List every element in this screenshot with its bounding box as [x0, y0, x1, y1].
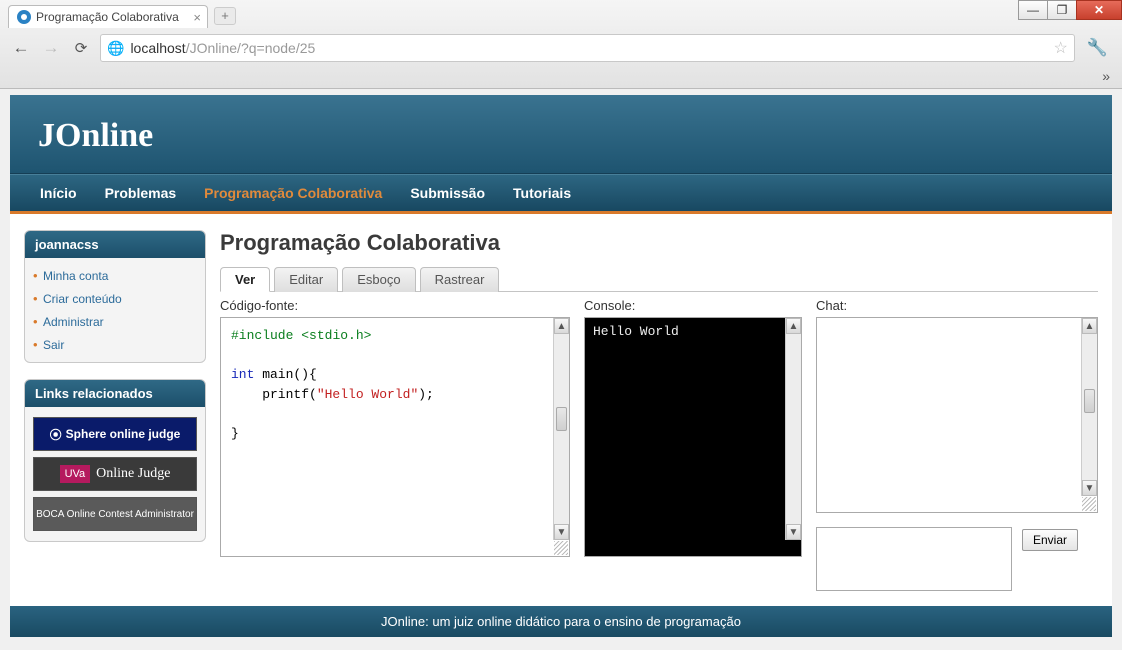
- main-nav: Início Problemas Programação Colaborativ…: [10, 174, 1112, 214]
- nav-inicio[interactable]: Início: [26, 175, 91, 211]
- nav-problemas[interactable]: Problemas: [91, 175, 191, 211]
- scrollbar[interactable]: ▲ ▼: [1081, 318, 1097, 496]
- new-tab-button[interactable]: +: [214, 7, 236, 25]
- back-button[interactable]: ←: [10, 37, 32, 59]
- boca-label: BOCA Online Contest Administrator: [36, 509, 194, 520]
- url-bar[interactable]: 🌐 localhost/JOnline/?q=node/25 ☆: [100, 34, 1075, 62]
- window-controls: — ❐ ✕: [1019, 0, 1122, 20]
- user-links-list: Minha conta Criar conteúdo Administrar S…: [25, 258, 205, 362]
- tab-bar: Programação Colaborativa × + — ❐ ✕: [0, 0, 1122, 28]
- sidebar-link-administrar[interactable]: Administrar: [43, 315, 104, 329]
- page-wrap: JOnline Início Problemas Programação Col…: [0, 89, 1122, 643]
- footer: JOnline: um juiz online didático para o …: [10, 606, 1112, 637]
- tab-rastrear[interactable]: Rastrear: [420, 267, 500, 292]
- related-links-title: Links relacionados: [25, 380, 205, 407]
- browser-tab[interactable]: Programação Colaborativa ×: [8, 5, 208, 28]
- nav-bar: ← → ⟳ 🌐 localhost/JOnline/?q=node/25 ☆ 🔧: [0, 28, 1122, 68]
- list-item: Minha conta: [25, 264, 205, 287]
- view-tabs: Ver Editar Esboço Rastrear: [220, 266, 1098, 292]
- user-block: joannacss Minha conta Criar conteúdo Adm…: [24, 230, 206, 363]
- tab-editar[interactable]: Editar: [274, 267, 338, 292]
- console-label: Console:: [584, 298, 802, 313]
- close-window-button[interactable]: ✕: [1076, 0, 1122, 20]
- console-output[interactable]: Hello World ▲ ▼: [584, 317, 802, 557]
- tab-esboco[interactable]: Esboço: [342, 267, 415, 292]
- code-panel: Código-fonte: #include <stdio.h> int mai…: [220, 298, 570, 557]
- scrollbar[interactable]: ▲ ▼: [785, 318, 801, 540]
- minimize-button[interactable]: —: [1018, 0, 1048, 20]
- reload-button[interactable]: ⟳: [70, 37, 92, 59]
- list-item: Administrar: [25, 310, 205, 333]
- sidebar-link-sair[interactable]: Sair: [43, 338, 64, 352]
- site-banner: JOnline: [10, 95, 1112, 174]
- console-text: Hello World: [585, 318, 801, 345]
- list-item: Criar conteúdo: [25, 287, 205, 310]
- site-title: JOnline: [38, 117, 1084, 155]
- code-content: #include <stdio.h> int main(){ printf("H…: [221, 318, 569, 451]
- forward-button[interactable]: →: [40, 37, 62, 59]
- page-frame: JOnline Início Problemas Programação Col…: [10, 95, 1112, 637]
- scroll-down-icon[interactable]: ▼: [554, 524, 569, 540]
- main-column: Programação Colaborativa Ver Editar Esbo…: [220, 230, 1098, 594]
- uva-label: Online Judge: [96, 466, 170, 482]
- url-host: localhost: [130, 40, 185, 56]
- scroll-down-icon[interactable]: ▼: [1082, 480, 1097, 496]
- scroll-up-icon[interactable]: ▲: [1082, 318, 1097, 334]
- browser-chrome: Programação Colaborativa × + — ❐ ✕ ← → ⟳…: [0, 0, 1122, 89]
- scrollbar[interactable]: ▲ ▼: [553, 318, 569, 540]
- nav-programacao-colaborativa[interactable]: Programação Colaborativa: [190, 175, 396, 211]
- maximize-button[interactable]: ❐: [1047, 0, 1077, 20]
- scroll-up-icon[interactable]: ▲: [786, 318, 801, 334]
- code-label: Código-fonte:: [220, 298, 570, 313]
- chat-log[interactable]: ▲ ▼: [816, 317, 1098, 513]
- send-button[interactable]: Enviar: [1022, 529, 1078, 551]
- globe-icon: 🌐: [107, 40, 124, 57]
- link-boca[interactable]: BOCA Online Contest Administrator: [33, 497, 197, 531]
- related-links-list: ⦿Sphere online judge UVa Online Judge BO…: [25, 407, 205, 541]
- scroll-thumb[interactable]: [556, 407, 567, 431]
- chat-input[interactable]: [816, 527, 1012, 591]
- console-panel: Console: Hello World ▲ ▼: [584, 298, 802, 557]
- content-area: joannacss Minha conta Criar conteúdo Adm…: [10, 214, 1112, 606]
- resize-grip-icon[interactable]: [554, 541, 568, 555]
- list-item: Sair: [25, 333, 205, 356]
- tab-ver[interactable]: Ver: [220, 267, 270, 292]
- page-title: Programação Colaborativa: [220, 230, 1098, 256]
- link-sphere-online-judge[interactable]: ⦿Sphere online judge: [33, 417, 197, 451]
- chat-label: Chat:: [816, 298, 1098, 313]
- related-links-block: Links relacionados ⦿Sphere online judge …: [24, 379, 206, 542]
- chat-panel: Chat: ▲ ▼: [816, 298, 1098, 594]
- uva-badge: UVa: [60, 465, 91, 483]
- close-icon[interactable]: ×: [193, 10, 201, 25]
- scroll-down-icon[interactable]: ▼: [786, 524, 801, 540]
- sphere-label: Sphere online judge: [66, 427, 181, 441]
- toolbar-overflow[interactable]: »: [0, 68, 1122, 88]
- sidebar-link-criar-conteudo[interactable]: Criar conteúdo: [43, 292, 122, 306]
- footer-text: JOnline: um juiz online didático para o …: [381, 614, 741, 629]
- settings-wrench-icon[interactable]: 🔧: [1083, 38, 1112, 58]
- scroll-thumb[interactable]: [1084, 389, 1095, 413]
- url-path: /JOnline/?q=node/25: [186, 40, 316, 56]
- nav-submissao[interactable]: Submissão: [396, 175, 499, 211]
- tab-title: Programação Colaborativa: [36, 10, 179, 24]
- link-uva-online-judge[interactable]: UVa Online Judge: [33, 457, 197, 491]
- panels-row: Código-fonte: #include <stdio.h> int mai…: [220, 298, 1098, 594]
- sidebar: joannacss Minha conta Criar conteúdo Adm…: [24, 230, 206, 558]
- code-editor[interactable]: #include <stdio.h> int main(){ printf("H…: [220, 317, 570, 557]
- chat-input-row: Enviar: [816, 527, 1098, 594]
- sidebar-link-minha-conta[interactable]: Minha conta: [43, 269, 108, 283]
- scroll-up-icon[interactable]: ▲: [554, 318, 569, 334]
- nav-tutoriais[interactable]: Tutoriais: [499, 175, 585, 211]
- drupal-icon: [17, 10, 31, 24]
- resize-grip-icon[interactable]: [1082, 497, 1096, 511]
- bookmark-star-icon[interactable]: ☆: [1053, 38, 1067, 58]
- user-block-title: joannacss: [25, 231, 205, 258]
